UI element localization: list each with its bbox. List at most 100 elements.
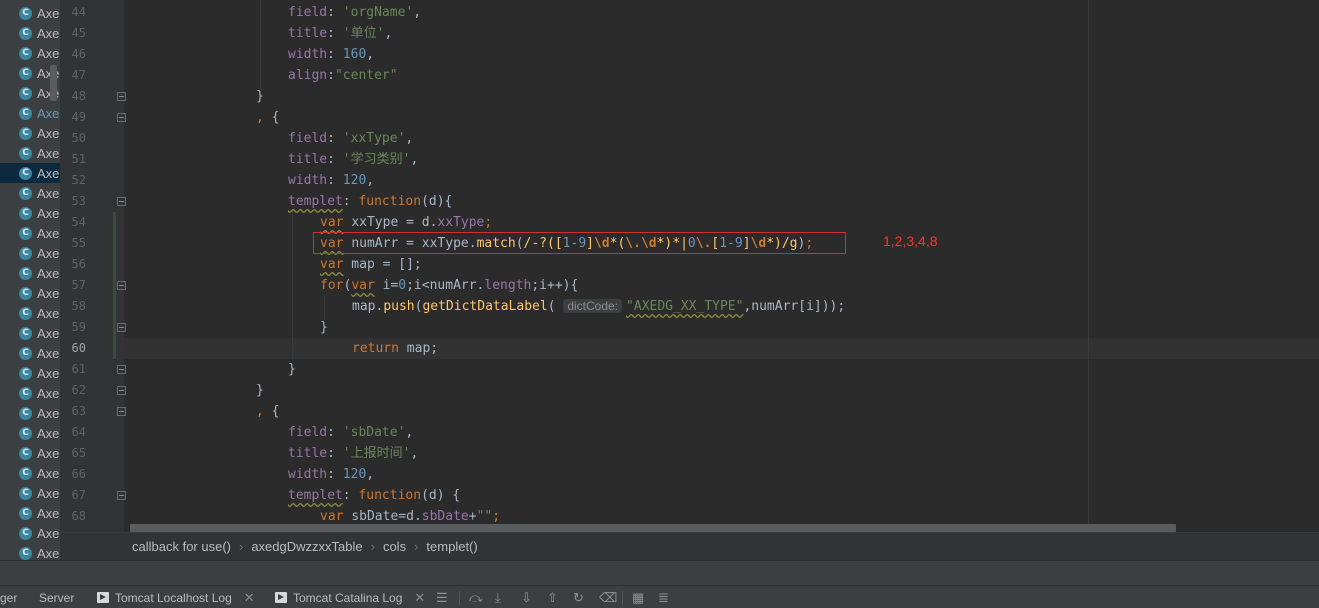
- tree-scrollbar[interactable]: [50, 65, 57, 101]
- line-number[interactable]: 67: [60, 485, 86, 506]
- line-number[interactable]: 62: [60, 380, 86, 401]
- line-number[interactable]: 65: [60, 443, 86, 464]
- line-number[interactable]: 53: [60, 191, 86, 212]
- line-number[interactable]: 66: [60, 464, 86, 485]
- code-line-47[interactable]: align:"center": [288, 65, 398, 86]
- line-number[interactable]: 59: [60, 317, 86, 338]
- fold-marker-icon[interactable]: [117, 386, 126, 395]
- tree-item[interactable]: C Axe: [0, 143, 60, 163]
- line-number[interactable]: 64: [60, 422, 86, 443]
- tree-item[interactable]: C Axe: [0, 403, 60, 423]
- tree-item[interactable]: C Axe: [0, 243, 60, 263]
- breadcrumb-item[interactable]: cols: [383, 539, 406, 554]
- code-line-44[interactable]: field: 'orgName',: [288, 2, 421, 23]
- tree-item[interactable]: C Axe: [0, 23, 60, 43]
- tree-item[interactable]: C Axe: [0, 423, 60, 443]
- line-number[interactable]: 48: [60, 86, 86, 107]
- code-line-56[interactable]: var map = [];: [320, 254, 422, 275]
- fold-marker-icon[interactable]: [117, 491, 126, 500]
- download-icon[interactable]: ⇩: [521, 591, 532, 604]
- line-number[interactable]: 51: [60, 149, 86, 170]
- scroll-end-icon[interactable]: ⤓: [495, 591, 501, 604]
- tree-item[interactable]: C Axe: [0, 163, 60, 183]
- tree-item[interactable]: C Axe: [0, 483, 60, 503]
- code-line-49[interactable]: , {: [256, 107, 279, 128]
- tab-debugger[interactable]: ger: [0, 586, 17, 608]
- breadcrumb-item[interactable]: templet(): [426, 539, 477, 554]
- tree-item[interactable]: C Axe: [0, 443, 60, 463]
- code-line-60[interactable]: return map;: [352, 338, 438, 359]
- menu-lines-icon[interactable]: ☰: [436, 591, 448, 604]
- tree-item[interactable]: C Axe: [0, 103, 60, 123]
- line-number[interactable]: 60: [60, 338, 86, 359]
- fold-marker-icon[interactable]: [117, 323, 126, 332]
- code-line-50[interactable]: field: 'xxType',: [288, 128, 413, 149]
- fold-marker-icon[interactable]: [117, 92, 126, 101]
- code-line-61[interactable]: }: [288, 359, 296, 380]
- horizontal-scrollbar[interactable]: [130, 524, 1176, 532]
- line-number[interactable]: 46: [60, 44, 86, 65]
- tree-item[interactable]: C Axe: [0, 463, 60, 483]
- fold-marker-icon[interactable]: [117, 197, 126, 206]
- code-line-57[interactable]: for(var i=0;i<numArr.length;i++){: [320, 275, 578, 296]
- code-line-66[interactable]: width: 120,: [288, 464, 374, 485]
- tree-item[interactable]: C Axe: [0, 543, 60, 560]
- soft-wrap-icon[interactable]: ⤼: [469, 591, 483, 604]
- tree-item[interactable]: C Axe: [0, 503, 60, 523]
- code-line-54[interactable]: var xxType = d.xxType;: [320, 212, 492, 233]
- code-line-51[interactable]: title: '学习类别',: [288, 149, 418, 170]
- code-line-52[interactable]: width: 120,: [288, 170, 374, 191]
- fold-marker-icon[interactable]: [117, 281, 126, 290]
- breadcrumb-item[interactable]: callback for use(): [132, 539, 231, 554]
- line-number[interactable]: 54: [60, 212, 86, 233]
- line-number[interactable]: 61: [60, 359, 86, 380]
- line-number[interactable]: 55: [60, 233, 86, 254]
- tree-item[interactable]: C Axe: [0, 363, 60, 383]
- line-number[interactable]: 58: [60, 296, 86, 317]
- tab-server[interactable]: Server: [39, 586, 74, 608]
- code-line-63[interactable]: , {: [256, 401, 279, 422]
- table-icon[interactable]: ▦: [632, 591, 644, 604]
- code-line-59[interactable]: }: [320, 317, 328, 338]
- vcs-change-marker[interactable]: [113, 212, 116, 359]
- tree-item[interactable]: C Axe: [0, 323, 60, 343]
- tab-tomcat-localhost-log[interactable]: Tomcat Localhost Log ✕: [97, 586, 255, 608]
- tree-item[interactable]: C Axe: [0, 303, 60, 323]
- line-number[interactable]: 44: [60, 2, 86, 23]
- tree-item[interactable]: C Axe: [0, 383, 60, 403]
- restore-icon[interactable]: ↻: [573, 591, 584, 604]
- code-line-58[interactable]: map.push(getDictDataLabel( dictCode: "AXE…: [352, 296, 845, 317]
- clear-icon[interactable]: ⌫: [599, 591, 617, 604]
- code-line-67[interactable]: templet: function(d) {: [288, 485, 460, 506]
- fold-marker-icon[interactable]: [117, 365, 126, 374]
- tree-item[interactable]: C Axe: [0, 523, 60, 543]
- tree-item[interactable]: C Axe: [0, 203, 60, 223]
- close-icon[interactable]: ✕: [244, 590, 255, 606]
- close-icon[interactable]: ✕: [414, 590, 425, 606]
- code-line-46[interactable]: width: 160,: [288, 44, 374, 65]
- tree-item[interactable]: C Axe: [0, 223, 60, 243]
- fold-marker-icon[interactable]: [117, 407, 126, 416]
- code-line-48[interactable]: }: [256, 86, 264, 107]
- breadcrumb-item[interactable]: axedgDwzzxxTable: [251, 539, 362, 554]
- line-number[interactable]: 68: [60, 506, 86, 527]
- line-number[interactable]: 50: [60, 128, 86, 149]
- tree-item[interactable]: C Axe: [0, 123, 60, 143]
- tree-item[interactable]: C Axe: [0, 3, 60, 23]
- code-line-53[interactable]: templet: function(d){: [288, 191, 452, 212]
- tree-item[interactable]: C Axe: [0, 283, 60, 303]
- tree-item[interactable]: C Axe: [0, 183, 60, 203]
- settings-list-icon[interactable]: ≣: [658, 591, 669, 604]
- line-number[interactable]: 57: [60, 275, 86, 296]
- project-tree[interactable]: C Axe C Axe C Axe C Axe C Axe C Axe C Axe C Axe C Axe C Axe…: [0, 0, 60, 560]
- upload-icon[interactable]: ⇧: [547, 591, 558, 604]
- tree-item[interactable]: C Axe: [0, 263, 60, 283]
- code-line-45[interactable]: title: '单位',: [288, 23, 392, 44]
- line-number[interactable]: 52: [60, 170, 86, 191]
- code-line-62[interactable]: }: [256, 380, 264, 401]
- tree-item[interactable]: C Axe: [0, 43, 60, 63]
- line-number[interactable]: 56: [60, 254, 86, 275]
- code-line-65[interactable]: title: '上报时间',: [288, 443, 418, 464]
- code-line-64[interactable]: field: 'sbDate',: [288, 422, 413, 443]
- line-number[interactable]: 47: [60, 65, 86, 86]
